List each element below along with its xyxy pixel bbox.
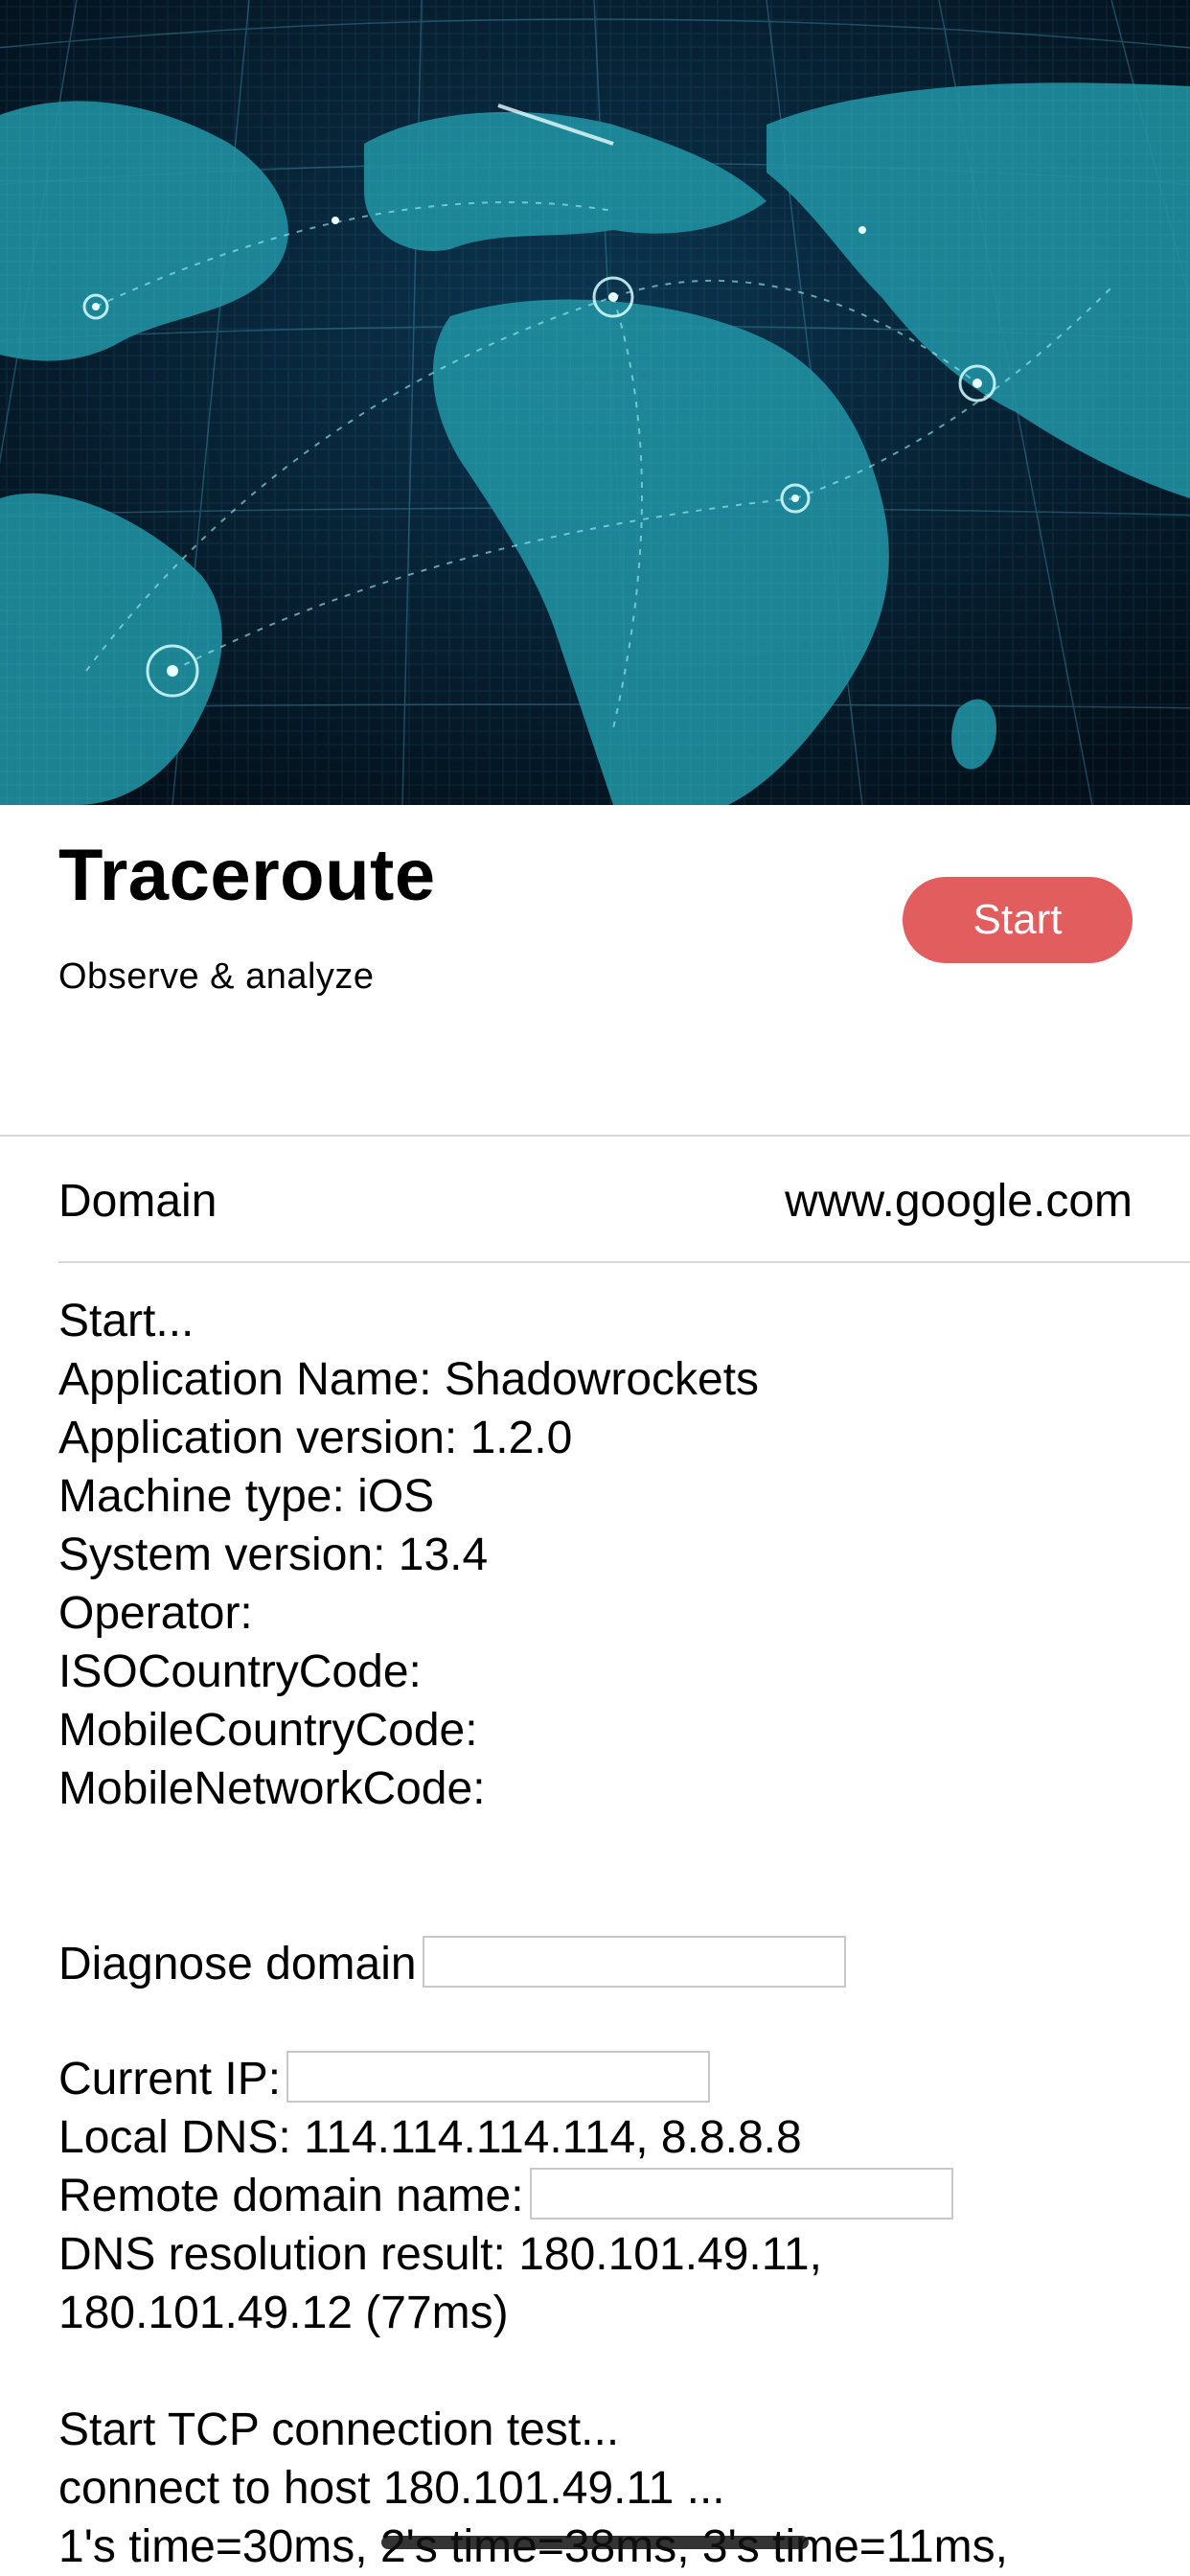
log-spacer [58, 2342, 1170, 2401]
domain-row[interactable]: Domain www.google.com [0, 1137, 1190, 1261]
log-line: MobileCountryCode: [58, 1705, 478, 1756]
log-line: MobileNetworkCode: [58, 1763, 486, 1814]
log-line: Local DNS: 114.114.114.114, 8.8.8.8 [58, 2112, 802, 2163]
diagnostic-log: Start... Application Name: Shadowrockets… [58, 1292, 1170, 2576]
log-line: DNS resolution result: 180.101.49.11, [58, 2229, 822, 2280]
hero-world-map-image [0, 0, 1190, 805]
log-line: System version: 13.4 [58, 1530, 489, 1580]
log-line: Machine type: iOS [58, 1471, 435, 1522]
domain-label: Domain [58, 1176, 217, 1227]
diagnose-domain-label: Diagnose domain [58, 1939, 417, 1990]
remote-domain-label: Remote domain name: [58, 2171, 524, 2221]
log-line-diagnose-domain: Diagnose domain [58, 1935, 1170, 1993]
page-title: Traceroute [58, 835, 436, 916]
log-line: Application Name: Shadowrockets [58, 1354, 760, 1405]
home-indicator[interactable] [381, 2536, 809, 2549]
remote-domain-field [529, 2168, 953, 2220]
log-line: Start TCP connection test... [58, 2404, 620, 2455]
log-line: ISOCountryCode: [58, 1646, 422, 1697]
log-line-current-ip: Current IP: [58, 2050, 1170, 2108]
page-subtitle: Observe & analyze [58, 956, 375, 997]
divider [58, 1261, 1190, 1263]
domain-input[interactable]: www.google.com [768, 1175, 1133, 1228]
domain-value-text: www.google.com [785, 1176, 1133, 1227]
log-line-remote-domain: Remote domain name: [58, 2167, 1170, 2225]
diagnose-domain-field [422, 1936, 846, 1989]
log-spacer [58, 1818, 1170, 1876]
start-button[interactable]: Start [903, 877, 1133, 963]
header: Traceroute Observe & analyze Start [0, 805, 1190, 1136]
log-spacer [58, 1876, 1170, 1935]
current-ip-label: Current IP: [58, 2054, 282, 2104]
log-line: Start... [58, 1296, 195, 1346]
log-line: Application version: 1.2.0 [58, 1413, 573, 1463]
current-ip-field [286, 2051, 711, 2104]
log-line: Operator: [58, 1588, 253, 1639]
log-line: 180.101.49.12 (77ms) [58, 2288, 509, 2338]
log-spacer [58, 1993, 1170, 2050]
log-line: connect to host 180.101.49.11 ... [58, 2463, 725, 2514]
